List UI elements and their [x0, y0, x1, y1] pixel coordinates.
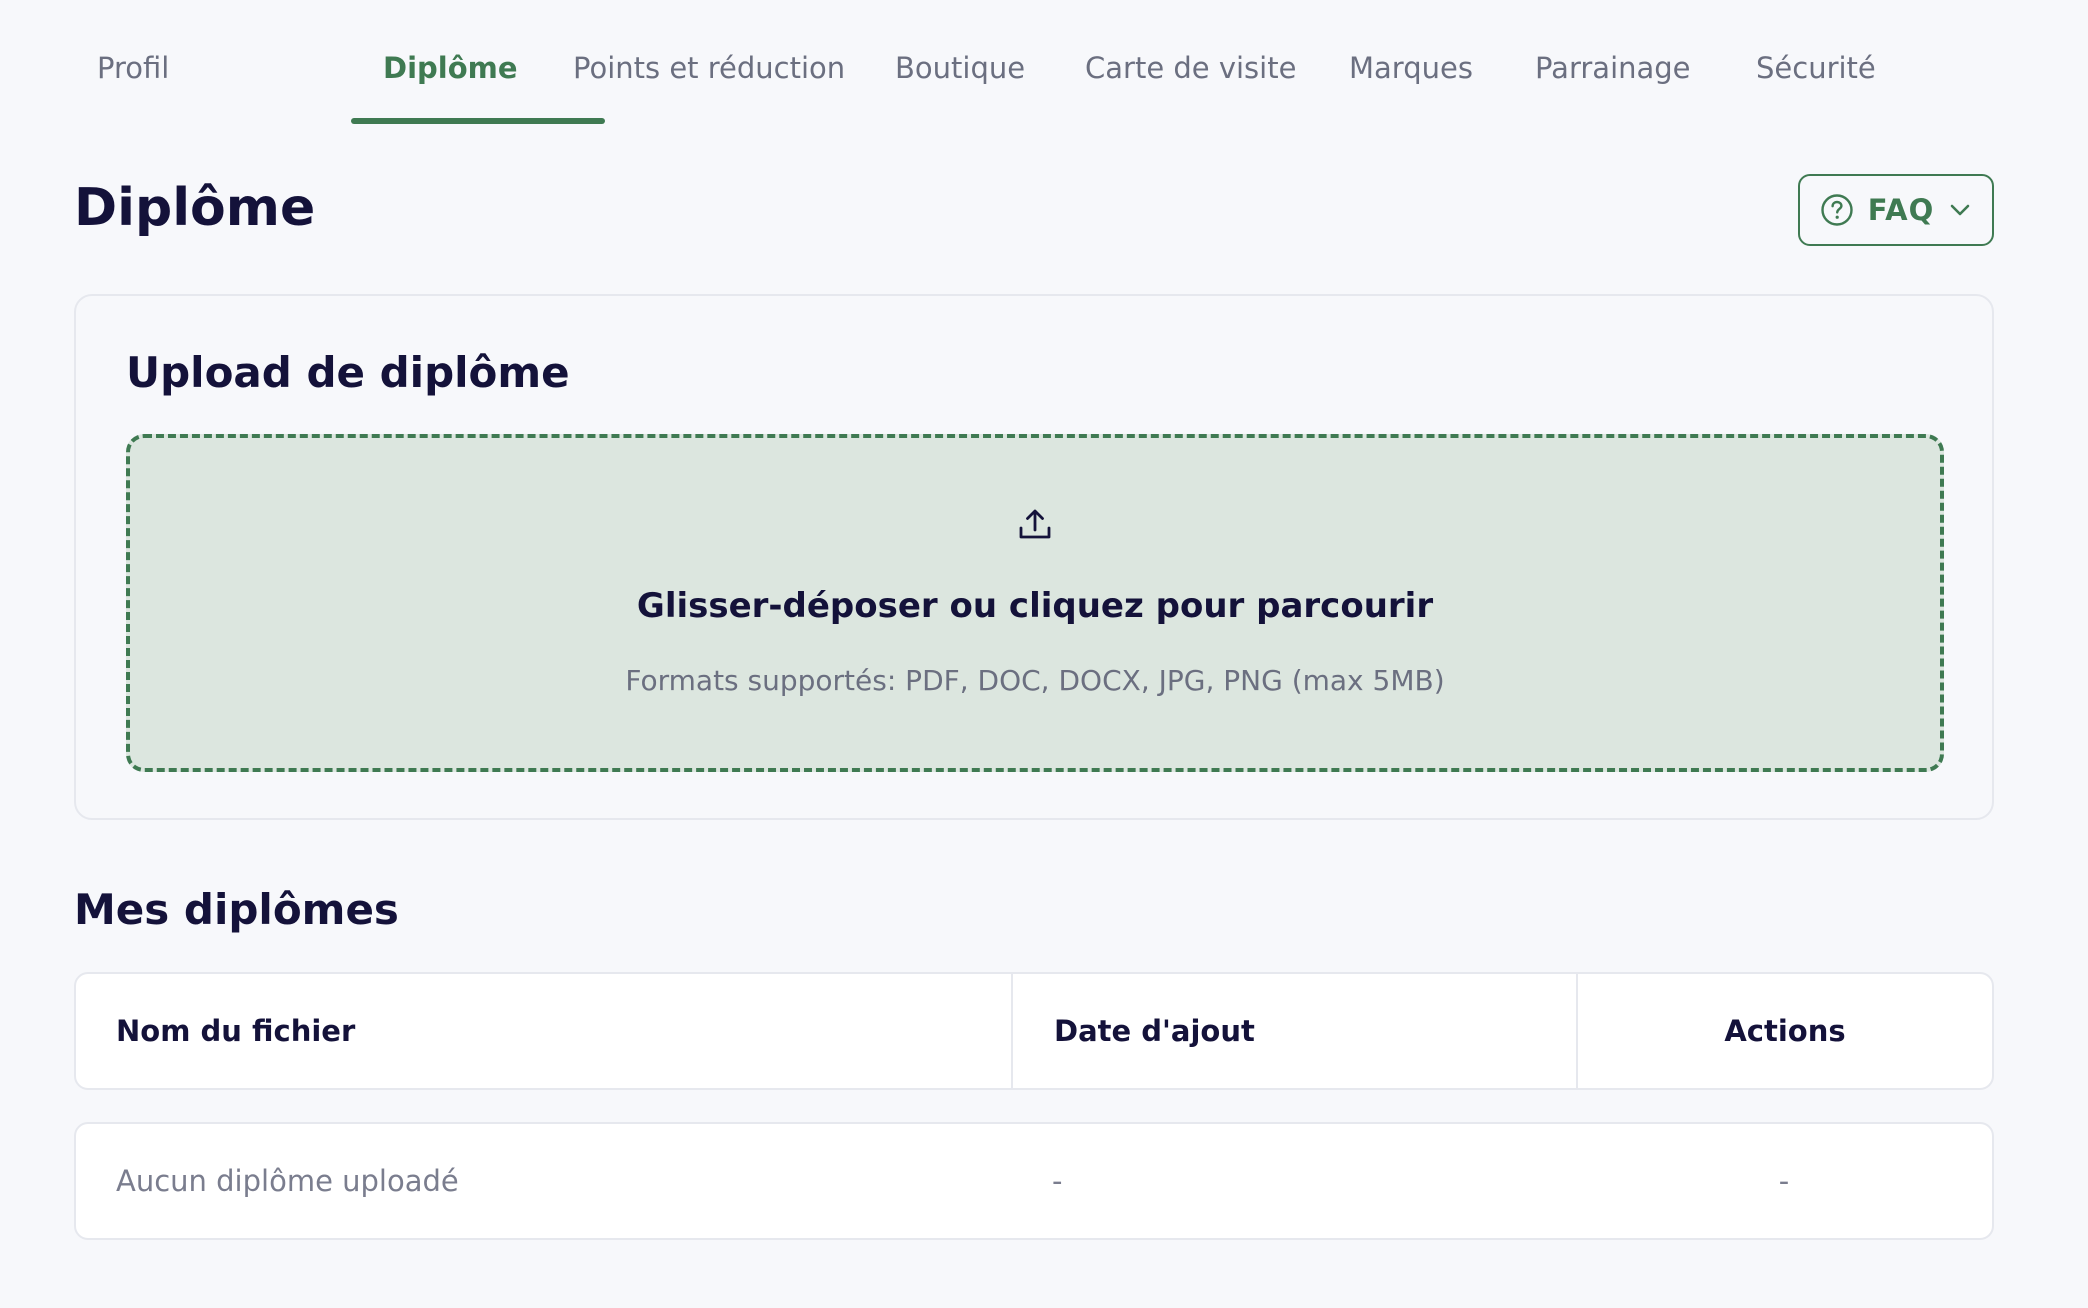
tab-diplome[interactable]: Diplôme [351, 0, 605, 124]
faq-button[interactable]: FAQ [1798, 174, 1994, 246]
page-title: Diplôme [74, 178, 316, 238]
tab-profil[interactable]: Profil [97, 0, 254, 124]
file-dropzone[interactable]: Glisser-déposer ou cliquez pour parcouri… [126, 434, 1944, 772]
column-header-actions: Actions [1576, 974, 1992, 1088]
faq-label: FAQ [1867, 193, 1935, 227]
supported-formats-text: Formats supportés: PDF, DOC, DOCX, JPG, … [625, 664, 1445, 697]
tab-parrainage[interactable]: Parrainage [1535, 0, 1756, 124]
upload-card: Upload de diplôme Glisser-déposer ou cli… [74, 294, 1994, 820]
table-header: Nom du fichier Date d'ajout Actions [74, 972, 1994, 1090]
column-header-date: Date d'ajout [1011, 974, 1576, 1088]
upload-icon [1017, 506, 1053, 546]
cell-date: - [1052, 1164, 1063, 1198]
tab-marques[interactable]: Marques [1349, 0, 1535, 124]
chevron-down-icon [1948, 198, 1972, 222]
tab-carte-de-visite[interactable]: Carte de visite [1085, 0, 1349, 124]
column-header-filename: Nom du fichier [116, 1014, 356, 1048]
my-diplomas-title: Mes diplômes [74, 885, 399, 934]
tab-points-et-reduction[interactable]: Points et réduction [573, 0, 895, 124]
tab-securite[interactable]: Sécurité [1756, 0, 1906, 124]
upload-title: Upload de diplôme [126, 348, 570, 397]
cell-filename: Aucun diplôme uploadé [116, 1164, 459, 1198]
tab-bar: Profil Diplôme Points et réduction Bouti… [97, 0, 1906, 124]
cell-actions: - [1778, 1164, 1790, 1198]
dropzone-instructions: Glisser-déposer ou cliquez pour parcouri… [636, 586, 1434, 626]
question-circle-icon [1820, 193, 1854, 227]
table-row: Aucun diplôme uploadé - - [74, 1122, 1994, 1240]
diploma-page: Profil Diplôme Points et réduction Bouti… [0, 0, 2088, 1308]
tab-boutique[interactable]: Boutique [895, 0, 1085, 124]
